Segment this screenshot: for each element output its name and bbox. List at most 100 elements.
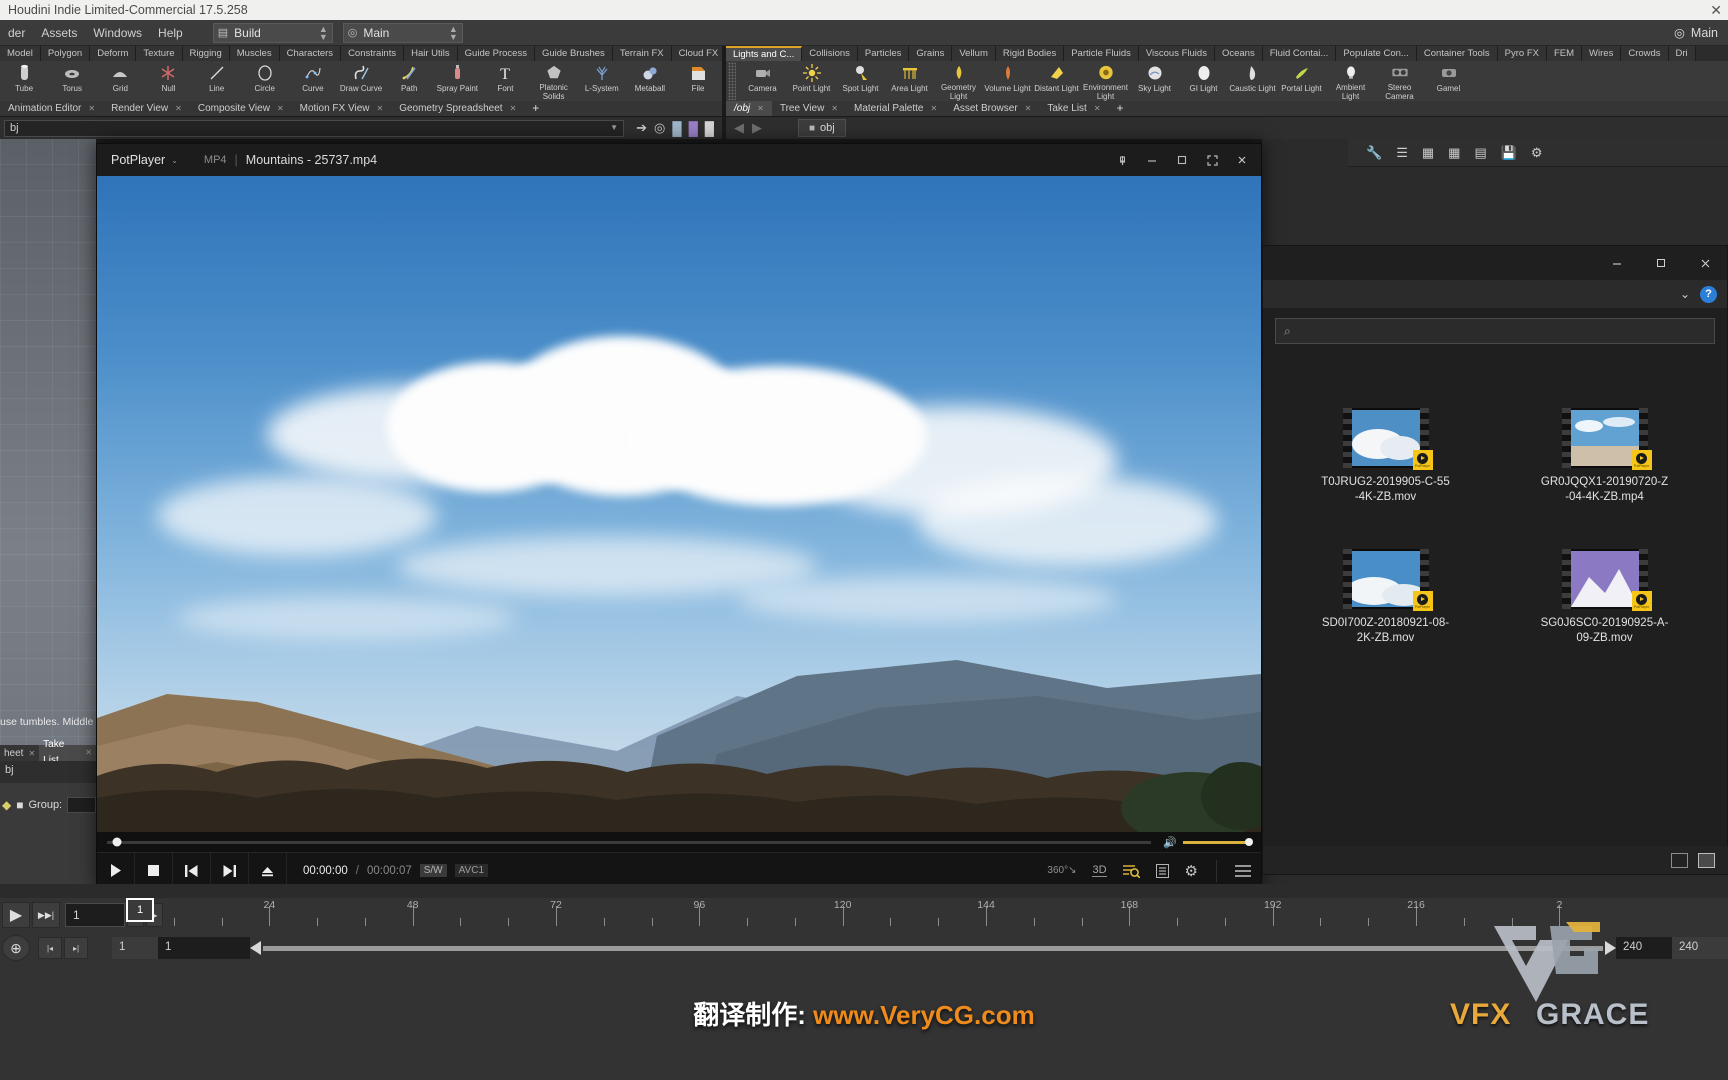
shelf-tool-area-light[interactable]: Area Light bbox=[885, 61, 934, 101]
group-input[interactable] bbox=[67, 797, 96, 813]
tab-geometry-spreadsheet[interactable]: heet ✕ bbox=[0, 748, 39, 759]
file-explorer-window[interactable]: ⌄ ? ⌕ PotPlayer T0JRUG2-2019905-C-55-4K-Z… bbox=[1262, 245, 1728, 875]
pane-tab-take-list[interactable]: Take List ✕ bbox=[1039, 101, 1108, 116]
pane-tab-geometry-spreadsheet[interactable]: Geometry Spreadsheet ✕ bbox=[391, 101, 524, 116]
close-icon[interactable]: ✕ bbox=[85, 745, 92, 761]
menu-item-assets[interactable]: Assets bbox=[33, 20, 85, 46]
close-icon[interactable]: ✕ bbox=[28, 749, 35, 758]
shelf-tab-cloud-fx[interactable]: Cloud FX bbox=[671, 46, 722, 61]
close-icon[interactable]: ✕ bbox=[1094, 101, 1101, 116]
potplayer-title-bar[interactable]: PotPlayer ⌄ MP4 | Mountains - 25737.mp4 bbox=[97, 144, 1261, 176]
shelf-tool-volume-light[interactable]: Volume Light bbox=[983, 61, 1032, 101]
shelf-tab-rigging[interactable]: Rigging bbox=[182, 46, 230, 61]
pane-tab--obj[interactable]: /obj ✕ bbox=[726, 101, 772, 116]
prev-key-button[interactable]: |◂ bbox=[38, 937, 62, 959]
close-icon[interactable]: ✕ bbox=[277, 101, 284, 116]
shelf-tab-fluid-contai[interactable]: Fluid Contai... bbox=[1262, 46, 1337, 61]
file-thumbnail[interactable]: PotPlayer bbox=[1342, 408, 1433, 470]
shelf-tab-particle-fluids[interactable]: Particle Fluids bbox=[1064, 46, 1139, 61]
add-pane-tab-button[interactable]: + bbox=[1109, 101, 1132, 116]
pane-tab-motion-fx-view[interactable]: Motion FX View ✕ bbox=[292, 101, 392, 116]
shelf-tab-constraints[interactable]: Constraints bbox=[341, 46, 405, 61]
shelf-tool-sky-light[interactable]: Sky Light bbox=[1130, 61, 1179, 101]
range-start-input[interactable]: 1 bbox=[112, 937, 158, 959]
chevron-down-icon[interactable]: ⌄ bbox=[1680, 287, 1690, 301]
right-desktop-selector[interactable]: ◎ Main bbox=[1674, 25, 1718, 41]
shelf-tool-null[interactable]: Null bbox=[144, 61, 192, 101]
shelf-tab-muscles[interactable]: Muscles bbox=[229, 46, 280, 61]
save-icon[interactable]: 💾 bbox=[1501, 145, 1517, 161]
nav-forward-icon[interactable]: ▶ bbox=[752, 120, 762, 136]
record-button[interactable]: ⊕ bbox=[2, 935, 30, 961]
maximize-button[interactable] bbox=[1639, 246, 1683, 280]
shelf-tab-rigid-bodies[interactable]: Rigid Bodies bbox=[995, 46, 1065, 61]
file-item[interactable]: PotPlayer SD0I700Z-20180921-08-2K-ZB.mov bbox=[1281, 549, 1490, 646]
3d-view-icon[interactable]: 3D bbox=[1092, 864, 1107, 877]
nav-back-icon[interactable]: ◀ bbox=[734, 120, 744, 136]
shelf-tab-oceans[interactable]: Oceans bbox=[1214, 46, 1263, 61]
menu-item-windows[interactable]: Windows bbox=[85, 20, 150, 46]
shelf-tab-guide-process[interactable]: Guide Process bbox=[457, 46, 535, 61]
large-icons-view-button[interactable] bbox=[1698, 852, 1715, 868]
shelf-tab-pyro-fx[interactable]: Pyro FX bbox=[1497, 46, 1547, 61]
shelf-tab-guide-brushes[interactable]: Guide Brushes bbox=[534, 46, 613, 61]
potplayer-window[interactable]: PotPlayer ⌄ MP4 | Mountains - 25737.mp4 bbox=[96, 143, 1262, 889]
shelf-tool-gi-light[interactable]: GI Light bbox=[1179, 61, 1228, 101]
timeline-play-button[interactable]: ▶ bbox=[2, 902, 30, 928]
close-icon[interactable]: ✕ bbox=[930, 101, 937, 116]
volume-handle[interactable] bbox=[1245, 838, 1253, 846]
shelf-tool-torus[interactable]: Torus bbox=[48, 61, 96, 101]
shelf-tab-hair-utils[interactable]: Hair Utils bbox=[404, 46, 458, 61]
display-flag-icon[interactable]: ◆ bbox=[2, 798, 11, 812]
shelf-tool-environment-light[interactable]: Environment Light bbox=[1081, 61, 1130, 101]
shelf-tool-stereo-camera[interactable]: Stereo Camera bbox=[1375, 61, 1424, 101]
chevron-down-icon[interactable]: ▼ bbox=[610, 120, 618, 136]
shelf-tool-file[interactable]: File bbox=[674, 61, 722, 101]
shelf-tool-tube[interactable]: Tube bbox=[0, 61, 48, 101]
shelf-tool-spot-light[interactable]: Spot Light bbox=[836, 61, 885, 101]
file-thumbnail[interactable]: PotPlayer bbox=[1561, 408, 1652, 470]
menu-item-help[interactable]: Help bbox=[150, 20, 191, 46]
template-flag-icon[interactable]: █ bbox=[689, 121, 698, 136]
file-thumbnail[interactable]: PotPlayer bbox=[1561, 549, 1652, 611]
pane-tab-composite-view[interactable]: Composite View ✕ bbox=[190, 101, 292, 116]
viewport-selector[interactable]: ◎ Main ▲ ▼ bbox=[342, 22, 463, 43]
volume-control[interactable]: 🔊 bbox=[1163, 836, 1253, 849]
pane-tab-animation-editor[interactable]: Animation Editor ✕ bbox=[0, 101, 103, 116]
file-item[interactable]: PotPlayer SG0J6SC0-20190925-A-09-ZB.mov bbox=[1500, 549, 1709, 646]
pane-tab-tree-view[interactable]: Tree View ✕ bbox=[772, 101, 846, 116]
minimize-button[interactable] bbox=[1595, 246, 1639, 280]
pane-tab-asset-browser[interactable]: Asset Browser ✕ bbox=[945, 101, 1039, 116]
playlist-icon[interactable] bbox=[1155, 863, 1169, 878]
close-button[interactable] bbox=[1227, 145, 1257, 175]
file-item[interactable]: PotPlayer GR0JQQX1-20190720-Z-04-4K-ZB.mp… bbox=[1500, 408, 1709, 505]
maximize-button[interactable] bbox=[1167, 145, 1197, 175]
shelf-tool-caustic-light[interactable]: Caustic Light bbox=[1228, 61, 1277, 101]
close-icon[interactable]: ✕ bbox=[175, 101, 182, 116]
seek-handle[interactable] bbox=[112, 837, 122, 847]
next-key-button[interactable]: ▸| bbox=[64, 937, 88, 959]
shelf-tool-l-system[interactable]: L-System bbox=[578, 61, 626, 101]
shelf-tool-path[interactable]: Path bbox=[385, 61, 433, 101]
shelf-tool-ambient-light[interactable]: Ambient Light bbox=[1326, 61, 1375, 101]
range-scrollbar[interactable] bbox=[263, 945, 1603, 951]
file-thumbnail[interactable]: PotPlayer bbox=[1342, 549, 1433, 611]
viewport-spinner[interactable]: ▲ ▼ bbox=[449, 24, 458, 41]
shelf-tab-grains[interactable]: Grains bbox=[909, 46, 953, 61]
shelf-tab-viscous-fluids[interactable]: Viscous Fluids bbox=[1138, 46, 1215, 61]
shelf-tool-metaball[interactable]: Metaball bbox=[626, 61, 674, 101]
current-frame-input[interactable]: 1 bbox=[65, 903, 125, 927]
render-flag-icon[interactable]: ■ bbox=[16, 798, 23, 812]
menu-item-der[interactable]: der bbox=[0, 20, 33, 46]
settings-gear-icon[interactable]: ⚙ bbox=[1185, 862, 1198, 880]
path-input[interactable]: bj ▼ bbox=[4, 119, 625, 137]
shelf-tab-vellum[interactable]: Vellum bbox=[952, 46, 996, 61]
add-pane-tab-button[interactable]: + bbox=[524, 101, 547, 116]
shelf-tab-polygon[interactable]: Polygon bbox=[40, 46, 91, 61]
range-end-input[interactable]: 240 bbox=[1616, 937, 1672, 959]
chevron-down-icon[interactable]: ⌄ bbox=[171, 156, 178, 165]
options-icon[interactable]: ⚙ bbox=[1531, 145, 1543, 161]
display-flag-icon[interactable]: █ bbox=[672, 121, 681, 136]
range-handle-left[interactable] bbox=[250, 941, 261, 955]
shelf-tool-circle[interactable]: Circle bbox=[241, 61, 289, 101]
